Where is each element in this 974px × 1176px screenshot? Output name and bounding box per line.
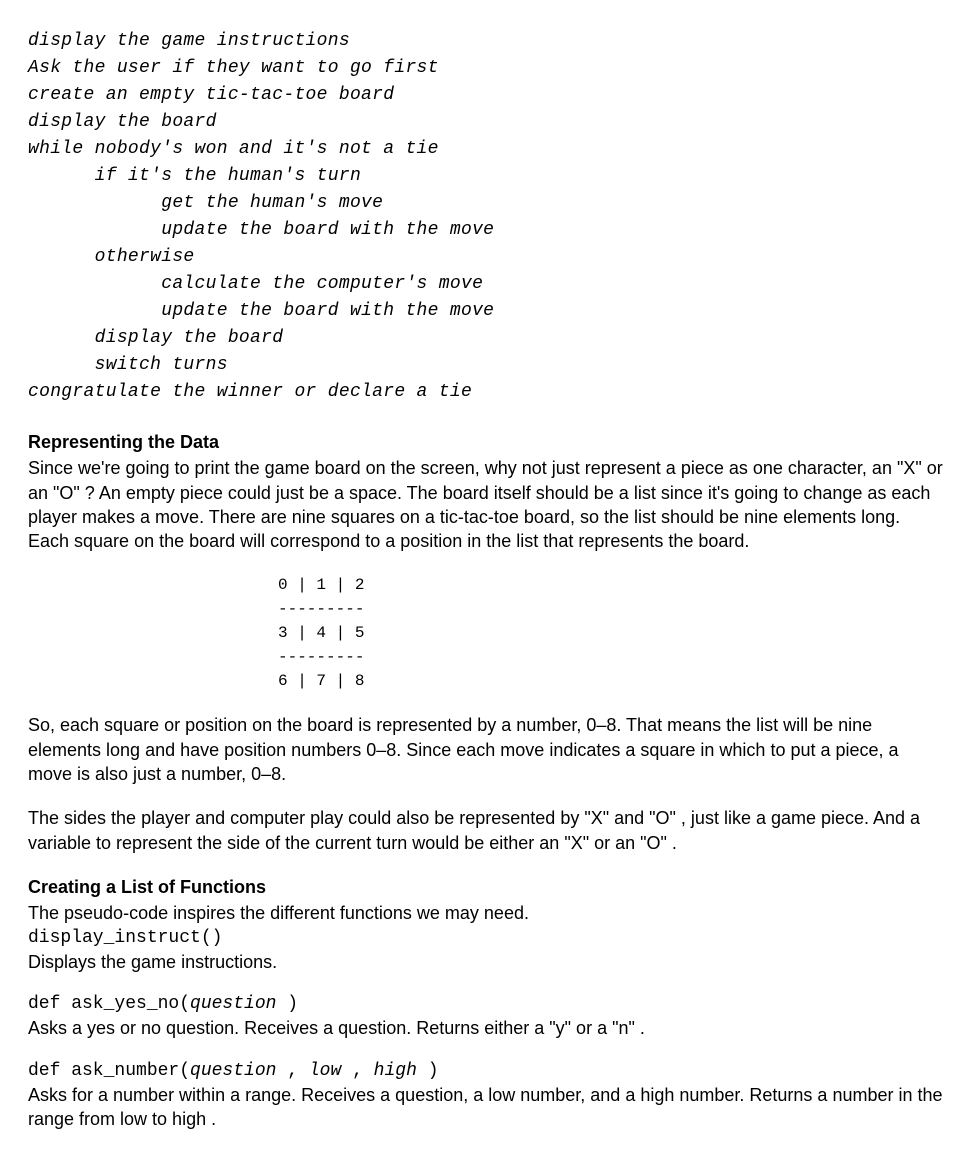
param-question: question xyxy=(190,1061,276,1081)
para-representing-data-3: The sides the player and computer play c… xyxy=(28,806,946,855)
function-description: Displays the game instructions. xyxy=(28,950,946,974)
function-signature: display_instruct() xyxy=(28,926,946,950)
param-high: high xyxy=(374,1061,417,1081)
param-question: question xyxy=(190,994,276,1014)
param-low: low xyxy=(309,1061,341,1081)
para-function-intro: The pseudo-code inspires the different f… xyxy=(28,901,946,925)
function-description: Asks a yes or no question. Receives a qu… xyxy=(28,1016,946,1040)
function-description: Asks for a number within a range. Receiv… xyxy=(28,1083,946,1132)
sig-prefix: def ask_yes_no( xyxy=(28,994,190,1014)
sig-suffix: ) xyxy=(417,1061,439,1081)
function-display-instruct: display_instruct() Displays the game ins… xyxy=(28,926,946,975)
sig-prefix: def ask_number( xyxy=(28,1061,190,1081)
board-diagram: 0 | 1 | 2 --------- 3 | 4 | 5 --------- … xyxy=(28,573,946,693)
sig-sep: , xyxy=(341,1061,373,1081)
pseudocode-block: display the game instructions Ask the us… xyxy=(28,28,946,406)
function-ask-number: def ask_number(question , low , high ) A… xyxy=(28,1059,946,1132)
function-ask-yes-no: def ask_yes_no(question ) Asks a yes or … xyxy=(28,992,946,1041)
para-representing-data-2: So, each square or position on the board… xyxy=(28,713,946,786)
heading-function-list: Creating a List of Functions xyxy=(28,875,946,899)
heading-representing-data: Representing the Data xyxy=(28,430,946,454)
function-signature: def ask_yes_no(question ) xyxy=(28,992,946,1016)
sig-sep: , xyxy=(276,1061,308,1081)
para-representing-data-1: Since we're going to print the game boar… xyxy=(28,456,946,553)
function-signature: def ask_number(question , low , high ) xyxy=(28,1059,946,1083)
sig-suffix: ) xyxy=(276,994,298,1014)
